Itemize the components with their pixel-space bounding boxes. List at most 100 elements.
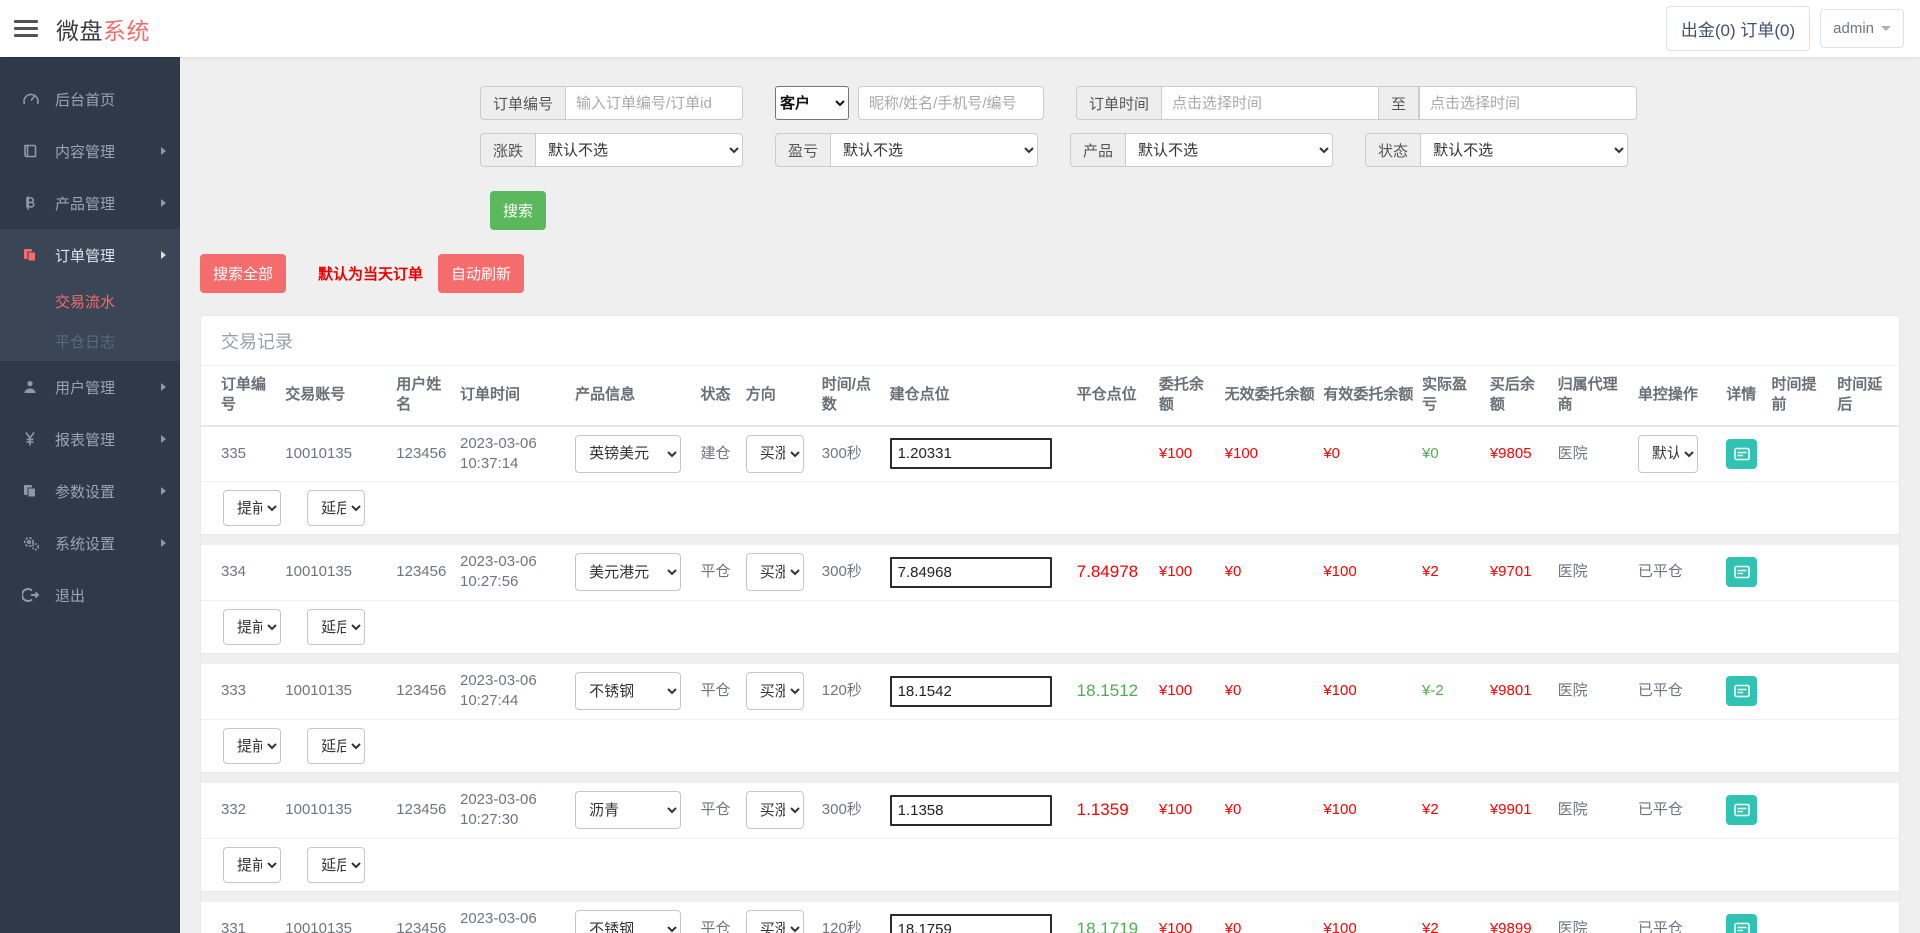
profit-label: 盈亏 (775, 133, 830, 167)
time-delay-select[interactable]: 延后 (307, 847, 365, 883)
user-menu[interactable]: admin (1820, 9, 1904, 48)
logo-primary: 微盘 (56, 18, 103, 44)
detail-button[interactable] (1726, 439, 1757, 469)
direction-select[interactable]: 买涨 (746, 553, 804, 591)
open-point-input[interactable] (890, 914, 1052, 933)
detail-button[interactable] (1726, 557, 1757, 587)
sidebar-item-content[interactable]: 内容管理 (0, 125, 180, 177)
entrust-balance: ¥100 (1159, 902, 1225, 933)
balance-after: ¥9899 (1490, 902, 1558, 933)
balance-after: ¥9805 (1490, 426, 1558, 482)
status-text: 平仓 (701, 545, 746, 601)
withdraw-orders-button[interactable]: 出金(0) 订单(0) (1666, 6, 1810, 51)
sidebar-item-label: 系统设置 (55, 533, 115, 554)
direction-select[interactable]: 买涨 (746, 672, 804, 710)
sidebar-item-reports[interactable]: 报表管理 (0, 413, 180, 465)
col-direction: 方向 (746, 366, 822, 426)
product-select[interactable]: 英镑美元 (575, 435, 681, 473)
chevron-right-icon (161, 487, 166, 495)
product-select[interactable]: 不锈钢 (575, 672, 681, 710)
open-point-input[interactable] (890, 795, 1052, 826)
sidebar-item-users[interactable]: 用户管理 (0, 361, 180, 413)
col-profit: 实际盈亏 (1422, 366, 1490, 426)
invalid-entrust: ¥0 (1225, 545, 1324, 601)
detail-button[interactable] (1726, 676, 1757, 706)
col-entrust: 委托余额 (1159, 366, 1225, 426)
filter-order-no: 订单编号 (480, 86, 743, 120)
order-id: 334 (201, 545, 285, 601)
time-advance-select[interactable]: 提前 (223, 847, 281, 883)
product-select[interactable]: 不锈钢 (575, 910, 681, 933)
product-label: 产品 (1070, 133, 1125, 167)
trade-account: 10010135 (285, 783, 396, 839)
customer-input[interactable] (858, 86, 1044, 120)
agent: 医院 (1558, 426, 1638, 482)
sidebar-item-logout[interactable]: 退出 (0, 569, 180, 621)
entrust-balance: ¥100 (1159, 664, 1225, 720)
today-orders-note: 默认为当天订单 (318, 263, 423, 284)
col-close-point: 平仓点位 (1077, 366, 1159, 426)
table-row: 333 10010135 123456 2023-03-0610:27:44 不… (201, 664, 1899, 720)
search-button[interactable]: 搜索 (490, 191, 546, 230)
control-select[interactable]: 默认 (1638, 435, 1698, 473)
entrust-balance: ¥100 (1159, 545, 1225, 601)
actual-profit: ¥2 (1422, 920, 1439, 933)
time-advance-select[interactable]: 提前 (223, 609, 281, 645)
direction-select[interactable]: 买涨 (746, 910, 804, 933)
product-select[interactable]: 沥青 (575, 791, 681, 829)
time-delay-select[interactable]: 延后 (307, 490, 365, 526)
col-detail: 详情 (1726, 366, 1771, 426)
detail-button[interactable] (1726, 914, 1757, 933)
profit-select[interactable]: 默认不选 (830, 133, 1038, 167)
open-point-input[interactable] (890, 676, 1052, 707)
updown-label: 涨跌 (480, 133, 535, 167)
order-id: 333 (201, 664, 285, 720)
sidebar-item-dashboard[interactable]: 后台首页 (0, 73, 180, 125)
sidebar-subitem-close-log[interactable]: 平仓日志 (0, 321, 180, 361)
time-adjust-row: 提前 延后 (201, 720, 1899, 773)
sidebar-item-system[interactable]: 系统设置 (0, 517, 180, 569)
row-gap (201, 535, 1899, 545)
sidebar-subitem-trade-flow[interactable]: 交易流水 (0, 281, 180, 321)
order-no-input[interactable] (565, 86, 743, 120)
trade-account: 10010135 (285, 545, 396, 601)
panel-title: 交易记录 (201, 316, 1899, 366)
open-point-input[interactable] (890, 438, 1052, 469)
time-advance-select[interactable]: 提前 (223, 490, 281, 526)
sidebar-item-products[interactable]: 产品管理 (0, 177, 180, 229)
book-icon (22, 143, 44, 159)
filter-product: 产品 默认不选 (1070, 133, 1333, 167)
open-point-input[interactable] (890, 557, 1052, 588)
valid-entrust: ¥100 (1323, 783, 1422, 839)
detail-button[interactable] (1726, 795, 1757, 825)
invalid-entrust: ¥0 (1225, 902, 1324, 933)
direction-select[interactable]: 买涨 (746, 435, 804, 473)
time-from-input[interactable] (1161, 86, 1379, 120)
invalid-entrust: ¥0 (1225, 783, 1324, 839)
order-time: 2023-03-0610:27:30 (460, 783, 575, 839)
time-delay-select[interactable]: 延后 (307, 728, 365, 764)
customer-type-select[interactable]: 客户 (775, 86, 849, 120)
auto-refresh-button[interactable]: 自动刷新 (438, 254, 524, 293)
search-all-button[interactable]: 搜索全部 (200, 254, 286, 293)
status-label: 状态 (1365, 133, 1420, 167)
product-filter-select[interactable]: 默认不选 (1125, 133, 1333, 167)
product-select[interactable]: 美元港元 (575, 553, 681, 591)
entrust-balance: ¥100 (1159, 783, 1225, 839)
sidebar-item-orders[interactable]: 订单管理 (0, 229, 180, 281)
time-advance-select[interactable]: 提前 (223, 728, 281, 764)
status-filter-select[interactable]: 默认不选 (1420, 133, 1628, 167)
action-row: 搜索全部 默认为当天订单 自动刷新 (200, 254, 1900, 293)
direction-select[interactable]: 买涨 (746, 791, 804, 829)
time-adjust-row: 提前 延后 (201, 482, 1899, 535)
updown-select[interactable]: 默认不选 (535, 133, 743, 167)
duration: 300秒 (822, 783, 890, 839)
sidebar-item-params[interactable]: 参数设置 (0, 465, 180, 517)
time-to-input[interactable] (1419, 86, 1637, 120)
valid-entrust: ¥100 (1323, 902, 1422, 933)
menu-toggle-icon[interactable] (14, 20, 38, 37)
time-delay-select[interactable]: 延后 (307, 609, 365, 645)
agent: 医院 (1558, 902, 1638, 933)
col-username: 用户姓名 (396, 366, 460, 426)
files-icon (22, 483, 44, 499)
